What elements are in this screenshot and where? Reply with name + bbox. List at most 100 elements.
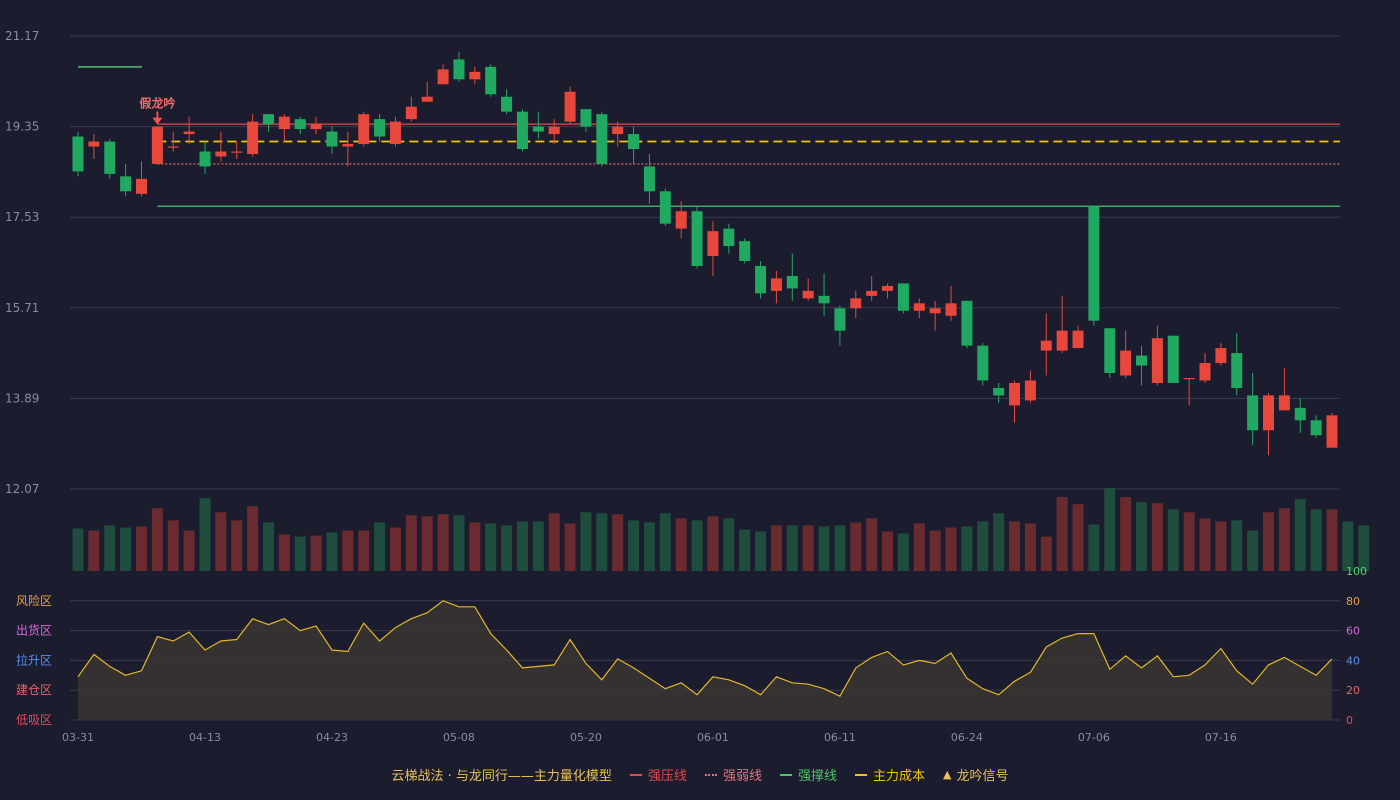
candle-body xyxy=(389,121,401,145)
volume-bar xyxy=(247,506,259,571)
legend-label: 强撑线 xyxy=(797,769,837,784)
candle-body xyxy=(1120,350,1132,376)
volume-bar xyxy=(1310,509,1322,571)
volume-bar xyxy=(421,516,433,571)
volume-bar xyxy=(437,514,449,571)
volume-bar xyxy=(167,520,179,571)
candle-body xyxy=(104,141,116,174)
volume-bar xyxy=(612,514,624,571)
price-tick-label: 17.53 xyxy=(5,210,39,224)
candle-body xyxy=(262,114,274,125)
volume-bar xyxy=(469,522,481,571)
volume-bar xyxy=(580,512,592,571)
volume-bar xyxy=(818,526,830,571)
candle-body xyxy=(516,111,528,150)
volume-bar xyxy=(1326,509,1338,571)
volume-bar xyxy=(770,525,782,571)
candle-body xyxy=(897,283,909,311)
candle-body xyxy=(1072,330,1084,349)
candle-body xyxy=(183,131,195,135)
candle-body xyxy=(374,119,386,137)
candle-body xyxy=(1136,355,1148,366)
x-tick-label: 07-16 xyxy=(1205,731,1237,744)
price-tick-label: 12.07 xyxy=(5,482,39,496)
volume-bar xyxy=(1088,524,1100,571)
candle-body xyxy=(1247,395,1259,431)
volume-bar xyxy=(389,527,401,571)
candle-body xyxy=(405,106,417,120)
price-tick-label: 21.17 xyxy=(5,29,39,43)
candle-body xyxy=(913,303,925,311)
volume-bar xyxy=(1183,512,1195,571)
candle-body xyxy=(1009,382,1021,406)
volume-bar xyxy=(1136,502,1148,571)
legend-swatch: ▲ xyxy=(942,768,952,781)
x-tick-label: 06-11 xyxy=(824,731,856,744)
volume-bar xyxy=(453,515,465,571)
candle-body xyxy=(1199,363,1211,381)
volume-bar xyxy=(1056,497,1068,571)
candle-body xyxy=(786,275,798,289)
legend-swatch xyxy=(629,773,642,776)
candle-body xyxy=(770,278,782,291)
volume-bar xyxy=(1199,518,1211,571)
volume-bar xyxy=(104,525,116,571)
volume-bar xyxy=(1072,504,1084,571)
x-tick-label: 04-23 xyxy=(316,731,348,744)
volume-bar xyxy=(485,523,497,571)
candle-body xyxy=(326,131,338,147)
candle-body xyxy=(120,176,132,192)
price-tick-label: 15.71 xyxy=(5,301,39,315)
candle-body xyxy=(358,114,370,145)
candle-body xyxy=(1088,206,1100,321)
volume-bar xyxy=(532,521,544,571)
candle-body xyxy=(231,151,243,153)
grid-lines xyxy=(70,35,1340,490)
candles xyxy=(72,51,1338,456)
indicator-tick-label: 0 xyxy=(1346,714,1353,727)
volume-bar xyxy=(215,512,227,571)
legend-swatch xyxy=(704,773,717,776)
volume-bar xyxy=(929,530,941,571)
candle-body xyxy=(802,290,814,299)
x-axis: 03-31 04-13 04-23 05-08 05-20 06-01 06-11 06-24… xyxy=(62,731,1237,744)
candle-body xyxy=(659,191,671,224)
candle-body xyxy=(215,151,227,157)
price-tick-label: 19.35 xyxy=(5,120,39,134)
volume-bar xyxy=(850,522,862,571)
volume-bar xyxy=(707,516,719,571)
candle-body xyxy=(548,126,560,135)
legend-item: 强撑线 xyxy=(779,765,837,784)
indicator-zone-label: 出货区 xyxy=(16,623,52,638)
candle-body xyxy=(1167,335,1179,383)
candle-body xyxy=(755,265,767,294)
volume-bar xyxy=(596,513,608,571)
volume-bar xyxy=(913,523,925,571)
candle-body xyxy=(1056,330,1068,351)
volume-bar xyxy=(1342,521,1354,571)
volume-bar xyxy=(88,530,100,571)
legend-item: 强压线 xyxy=(629,765,687,784)
candle-body xyxy=(199,151,211,167)
volume-bar xyxy=(358,530,370,571)
candle-body xyxy=(88,141,100,147)
volume-bar xyxy=(516,521,528,571)
candle-body xyxy=(564,91,576,122)
candle-body xyxy=(135,178,147,194)
candle-body xyxy=(247,121,259,154)
legend-label: 强弱线 xyxy=(722,769,762,784)
candle-body xyxy=(1151,338,1163,383)
volume-bar xyxy=(72,528,84,571)
candle-body xyxy=(1278,395,1290,411)
volume-bar xyxy=(1167,509,1179,571)
candle-body xyxy=(342,144,354,147)
candlestick-chart[interactable]: 21.17 19.35 17.53 15.71 13.89 12.07 假龙吟 风险区出货… xyxy=(0,0,1400,800)
x-tick-label: 05-20 xyxy=(570,731,602,744)
candle-body xyxy=(151,126,163,164)
candle-body xyxy=(691,211,703,266)
indicator-tick-label: 20 xyxy=(1346,684,1360,697)
volume-bar xyxy=(1294,499,1306,571)
candle-body xyxy=(167,146,179,148)
volume-bar xyxy=(961,526,973,571)
indicator-zone-label: 拉升区 xyxy=(16,652,52,667)
